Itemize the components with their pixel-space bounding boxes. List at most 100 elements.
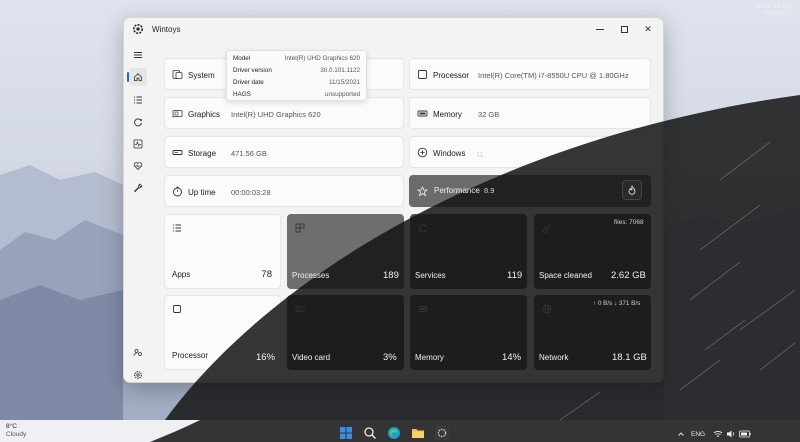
system-icon: [172, 70, 183, 79]
tooltip-row: Driver version 30.0.101.1122: [233, 65, 360, 77]
windows-card[interactable]: Windows: [409, 136, 651, 168]
weather-condition: Cloudy: [6, 431, 27, 438]
flame-icon: [628, 185, 636, 195]
heart-pulse-icon: [133, 162, 143, 171]
gpu-icon: [295, 306, 305, 312]
memory-usage-value: 14%: [502, 352, 522, 363]
processes-icon: [295, 223, 305, 233]
title-bar[interactable]: Wintoys ✕: [124, 18, 663, 40]
windows-value: 11: [476, 150, 484, 159]
uptime-card[interactable]: Up time 00:00:03:28: [164, 175, 404, 207]
globe-icon: [542, 304, 552, 314]
app-title: Wintoys: [152, 25, 181, 34]
edge-browser-icon[interactable]: [387, 426, 401, 440]
storage-value: 471.56 GB: [231, 149, 267, 158]
system-label: System: [188, 71, 215, 80]
graphics-value: Intel(R) UHD Graphics 620: [231, 110, 321, 119]
files-count: files: 7068: [614, 219, 644, 226]
maximize-icon: [620, 25, 628, 33]
tooltip-key: Driver version: [233, 67, 272, 74]
nav-item-services[interactable]: [129, 113, 147, 131]
nav-item-health[interactable]: [129, 157, 147, 175]
weather-widget[interactable]: 8°C Cloudy: [6, 423, 26, 438]
volume-icon[interactable]: [726, 429, 736, 439]
space-cleaned-value: 2.62 GB: [611, 270, 646, 281]
processor-card[interactable]: Processor Intel(R) Core(TM) i7-8550U CPU…: [409, 58, 651, 90]
windows-version-icon: [417, 147, 428, 158]
broom-icon: [542, 223, 551, 233]
storage-drive-icon: [172, 150, 183, 155]
memory-value: 32 GB: [478, 110, 500, 119]
maximize-button[interactable]: [613, 21, 635, 37]
tooltip-key: Driver date: [233, 79, 264, 86]
nav-item-home[interactable]: [127, 68, 147, 86]
clock-date: 3/29/2025: [763, 10, 792, 17]
wintoys-taskbar-icon[interactable]: [435, 426, 449, 440]
star-icon: [417, 186, 428, 197]
memory-icon: [417, 110, 428, 117]
wifi-icon[interactable]: [713, 429, 723, 439]
chevron-up-icon[interactable]: [677, 430, 685, 438]
home-icon: [134, 73, 142, 81]
language-indicator[interactable]: ENG: [691, 431, 705, 438]
graphics-card[interactable]: Graphics Intel(R) UHD Graphics 620: [164, 97, 404, 129]
services-tile-icon: [419, 224, 427, 233]
wintoys-window: Wintoys ✕ System Processor Intel(R) Core…: [123, 17, 664, 383]
people-icon: [133, 349, 142, 357]
tooltip-key: Model: [233, 55, 251, 62]
nav-item-extras[interactable]: [129, 344, 147, 362]
nav-item-apps[interactable]: [129, 91, 147, 109]
processor-value: Intel(R) Core(TM) i7-8550U CPU @ 1.80GHz: [478, 71, 629, 80]
list-icon: [134, 96, 142, 104]
video-card-label: Video card: [292, 353, 331, 362]
minimize-button[interactable]: [589, 21, 611, 37]
clock-time: 10:48:26 PM: [755, 3, 792, 10]
search-icon[interactable]: [363, 426, 377, 440]
graphics-tooltip: Model Intel(R) UHD Graphics 620 Driver ve…: [226, 50, 367, 101]
gear-badge-icon: [133, 24, 143, 34]
nav-item-performance[interactable]: [129, 135, 147, 153]
file-explorer-icon[interactable]: [411, 426, 425, 440]
graphics-label: Graphics: [188, 110, 221, 119]
close-button[interactable]: ✕: [637, 21, 659, 37]
memory-card[interactable]: Memory 32 GB: [409, 97, 651, 129]
apps-tile[interactable]: Apps 78: [164, 214, 281, 289]
network-label: Network: [539, 353, 569, 362]
tooltip-value: Intel(R) UHD Graphics 620: [284, 55, 360, 62]
performance-boost-button[interactable]: [622, 180, 642, 200]
nav-item-settings[interactable]: [129, 366, 147, 382]
minimize-icon: [596, 28, 604, 30]
close-icon: ✕: [644, 23, 652, 34]
processor-label: Processor: [433, 71, 470, 80]
tooltip-value: unsupported: [324, 91, 360, 98]
graphics-card-icon: [172, 110, 183, 118]
nav-item-menu[interactable]: [129, 46, 147, 64]
nav-item-tools[interactable]: [129, 179, 147, 197]
tooltip-key: HAGS: [233, 91, 251, 98]
processes-value: 189: [383, 270, 399, 281]
processor-usage-label: Processor: [172, 351, 209, 360]
timer-icon: [173, 186, 182, 197]
tooltip-row: Driver date 11/15/2021: [233, 77, 360, 89]
storage-card[interactable]: Storage 471.56 GB: [164, 136, 404, 168]
performance-value: 8.9: [484, 186, 495, 195]
uptime-value: 00:00:03:28: [231, 188, 271, 197]
cpu-icon: [173, 305, 181, 313]
space-cleaned-label: Space cleaned: [539, 271, 592, 280]
apps-value: 78: [261, 269, 272, 280]
tooltip-value: 11/15/2021: [328, 79, 360, 86]
weather-temperature: 8°C: [6, 423, 17, 430]
activity-icon: [133, 139, 143, 149]
apps-list-icon: [173, 224, 181, 232]
system-clock[interactable]: 10:48:26 PM 3/29/2025: [755, 3, 792, 17]
tooltip-value: 30.0.101.1122: [320, 67, 360, 74]
ram-icon: [418, 306, 428, 312]
nav-rail: [124, 46, 152, 379]
gear-icon: [134, 371, 142, 379]
services-value: 119: [507, 270, 523, 281]
windows-start-icon[interactable]: [339, 426, 353, 440]
memory-usage-label: Memory: [415, 353, 444, 362]
battery-icon[interactable]: [739, 430, 751, 438]
performance-label: Performance: [434, 186, 480, 195]
processor-usage-value: 16%: [256, 352, 276, 363]
